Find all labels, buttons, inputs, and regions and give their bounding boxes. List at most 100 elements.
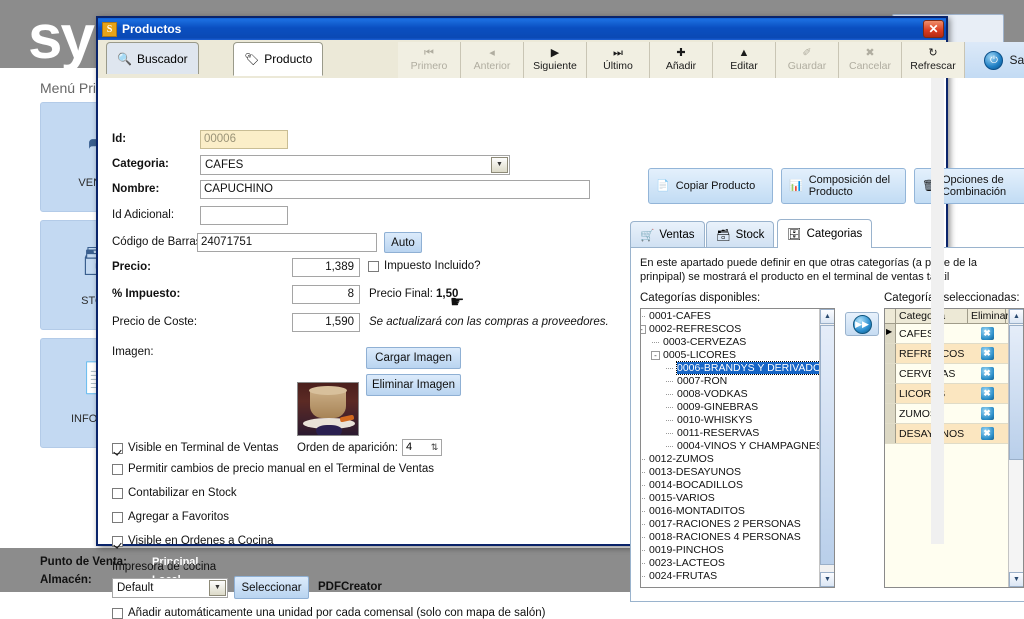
tree-node[interactable]: -0002-REFRESCOS (641, 323, 818, 336)
precio-input[interactable]: 1,389 (292, 258, 360, 277)
stepper-arrows-icon[interactable]: ⇅ (428, 440, 441, 455)
impresora-select[interactable]: Default ▼ (112, 578, 228, 598)
row-eliminar-cell[interactable]: ✖ (968, 367, 1006, 380)
toolbar-guardar-button[interactable]: ✐ Guardar (776, 42, 839, 78)
tree-node[interactable]: -0005-LICORES (641, 349, 818, 362)
scroll-down-icon[interactable]: ▼ (1009, 572, 1023, 587)
delete-icon[interactable]: ✖ (980, 407, 994, 420)
tree-node-label: 0006-BRANDYS Y DERIVADOS (675, 361, 830, 375)
tab-producto[interactable]: 🏷 Producto (233, 42, 324, 76)
delete-icon[interactable]: ✖ (980, 327, 994, 340)
close-icon[interactable]: ✕ (923, 20, 944, 38)
toolbar-salir-button[interactable]: ⏻ Salir (965, 42, 1024, 78)
chevron-down-icon[interactable]: ▼ (491, 157, 508, 173)
id-adicional-input[interactable] (200, 206, 288, 225)
selected-categories-grid[interactable]: Categoría Eliminar CAFES✖REFRESCOS✖CERVE… (884, 308, 1024, 588)
tree-expander-icon[interactable]: - (651, 351, 660, 360)
scroll-up-icon[interactable]: ▲ (1009, 309, 1023, 324)
row-eliminar-cell[interactable]: ✖ (968, 407, 1006, 420)
tree-node[interactable]: 0007-RON (641, 375, 818, 388)
action-label: Copiar Producto (675, 180, 756, 192)
tree-scrollbar[interactable]: ▲ ▼ (819, 309, 834, 587)
grid-row[interactable]: CAFES✖ (885, 324, 1023, 344)
agregar-favoritos-checkbox[interactable]: Agregar a Favoritos (112, 511, 229, 523)
window-title-bar[interactable]: S Productos ✕ (98, 18, 946, 40)
toolbar-editar-button[interactable]: ▲ Editar (713, 42, 776, 78)
delete-icon[interactable]: ✖ (980, 367, 994, 380)
tree-node[interactable]: 0016-MONTADITOS (641, 505, 818, 518)
composicion-producto-button[interactable]: 📊 Composición del Producto (781, 168, 906, 204)
tree-node[interactable]: 0003-CERVEZAS (641, 336, 818, 349)
grid-row[interactable]: CERVEZAS ✖ (885, 364, 1023, 384)
auto-button[interactable]: Auto (384, 232, 422, 253)
tree-node[interactable]: 0009-GINEBRAS (641, 401, 818, 414)
tree-node[interactable]: 0018-RACIONES 4 PERSONAS (641, 531, 818, 544)
tree-node[interactable]: 0015-VARIOS (641, 492, 818, 505)
tab-buscador[interactable]: 🔍 Buscador (106, 42, 199, 74)
toolbar-ultimo-button[interactable]: ⏭ Último (587, 42, 650, 78)
tree-node[interactable]: 0023-LACTEOS (641, 557, 818, 570)
impuesto-incluido-checkbox[interactable]: Impuesto Incluido? (368, 260, 481, 272)
toolbar-label: Siguiente (533, 60, 577, 72)
toolbar-cancelar-button[interactable]: ✖ Cancelar (839, 42, 902, 78)
grid-scrollbar[interactable]: ▲ ▼ (1008, 309, 1023, 587)
tree-node[interactable]: 0010-WHISKYS (641, 414, 818, 427)
tree-node[interactable]: 0024-FRUTAS (641, 570, 818, 583)
tree-node[interactable]: 0004-VINOS Y CHAMPAGNES (641, 440, 823, 453)
nombre-input[interactable]: CAPUCHINO (200, 180, 590, 199)
categoria-select[interactable]: CAFES ▼ (200, 155, 510, 175)
available-categories-tree[interactable]: 0001-CAFES -0002-REFRESCOS 0003-CERVEZAS -0… (640, 308, 835, 588)
subtab-ventas[interactable]: 🛒 Ventas (630, 221, 705, 248)
contabilizar-stock-checkbox[interactable]: Contabilizar en Stock (112, 487, 237, 499)
orden-aparicion-stepper[interactable]: 4 ⇅ (402, 439, 442, 456)
delete-icon[interactable]: ✖ (980, 387, 994, 400)
tree-node[interactable]: 0011-RESERVAS (641, 427, 818, 440)
pct-impuesto-input[interactable]: 8 (292, 285, 360, 304)
subtab-stock[interactable]: 🗃 Stock (706, 221, 775, 248)
toolbar-refrescar-button[interactable]: ↻ Refrescar (902, 42, 965, 78)
precio-coste-input[interactable]: 1,590 (292, 313, 360, 332)
toolbar-primero-button[interactable]: ⏮ Primero (398, 42, 461, 78)
row-eliminar-cell[interactable]: ✖ (968, 327, 1006, 340)
grid-row[interactable]: LICORES ✖ (885, 384, 1023, 404)
tree-node[interactable]: 0013-DESAYUNOS (641, 466, 818, 479)
checkbox-box (112, 442, 123, 454)
scroll-thumb[interactable] (820, 325, 834, 565)
anadir-comensal-checkbox[interactable]: Añadir automáticamente una unidad por ca… (112, 607, 545, 619)
delete-icon[interactable]: ✖ (980, 427, 994, 440)
subtab-categorias[interactable]: 🗄 Categorias (777, 219, 873, 248)
tree-expander-icon[interactable]: - (641, 325, 646, 334)
grid-row[interactable]: ZUMOS ✖ (885, 404, 1023, 424)
tree-node[interactable]: 0001-CAFES (641, 310, 818, 323)
chevron-down-icon[interactable]: ▼ (209, 580, 226, 596)
move-to-selected-button[interactable]: ▶▶ (845, 312, 879, 336)
tree-node[interactable]: 0012-ZUMOS (641, 453, 818, 466)
visible-cocina-checkbox[interactable]: Visible en Ordenes a Cocina (112, 535, 274, 547)
delete-icon[interactable]: ✖ (980, 347, 994, 360)
visible-terminal-checkbox[interactable]: Visible en Terminal de Ventas (112, 442, 278, 454)
grid-row[interactable]: DESAYUNOS✖ (885, 424, 1023, 444)
tree-node[interactable]: 0008-VODKAS (641, 388, 818, 401)
scroll-thumb[interactable] (1009, 325, 1023, 460)
tree-node[interactable]: 0014-BOCADILLOS (641, 479, 818, 492)
toolbar-anterior-button[interactable]: ◂ Anterior (461, 42, 524, 78)
toolbar-anadir-button[interactable]: ✚ Añadir (650, 42, 713, 78)
codigo-barras-input[interactable]: 24071751 (197, 233, 377, 252)
scroll-up-icon[interactable]: ▲ (820, 309, 834, 324)
visible-cocina-label: Visible en Ordenes a Cocina (128, 535, 274, 547)
copiar-producto-button[interactable]: 📄 Copiar Producto (648, 168, 773, 204)
grid-row[interactable]: REFRESCOS✖ (885, 344, 1023, 364)
codigo-barras-label: Código de Barras: (112, 236, 205, 248)
cargar-imagen-button[interactable]: Cargar Imagen (366, 347, 461, 369)
tree-node[interactable]: 0006-BRANDYS Y DERIVADOS (641, 361, 830, 375)
toolbar-siguiente-button[interactable]: ▶ Siguiente (524, 42, 587, 78)
scroll-down-icon[interactable]: ▼ (820, 572, 834, 587)
eliminar-imagen-button[interactable]: Eliminar Imagen (366, 374, 461, 396)
tree-node[interactable]: 0017-RACIONES 2 PERSONAS (641, 518, 818, 531)
tree-node[interactable]: 0019-PINCHOS (641, 544, 818, 557)
seleccionar-button[interactable]: Seleccionar (234, 576, 309, 599)
permitir-cambios-checkbox[interactable]: Permitir cambios de precio manual en el … (112, 463, 434, 475)
row-eliminar-cell[interactable]: ✖ (968, 347, 1006, 360)
row-eliminar-cell[interactable]: ✖ (968, 387, 1006, 400)
row-eliminar-cell[interactable]: ✖ (968, 427, 1006, 440)
